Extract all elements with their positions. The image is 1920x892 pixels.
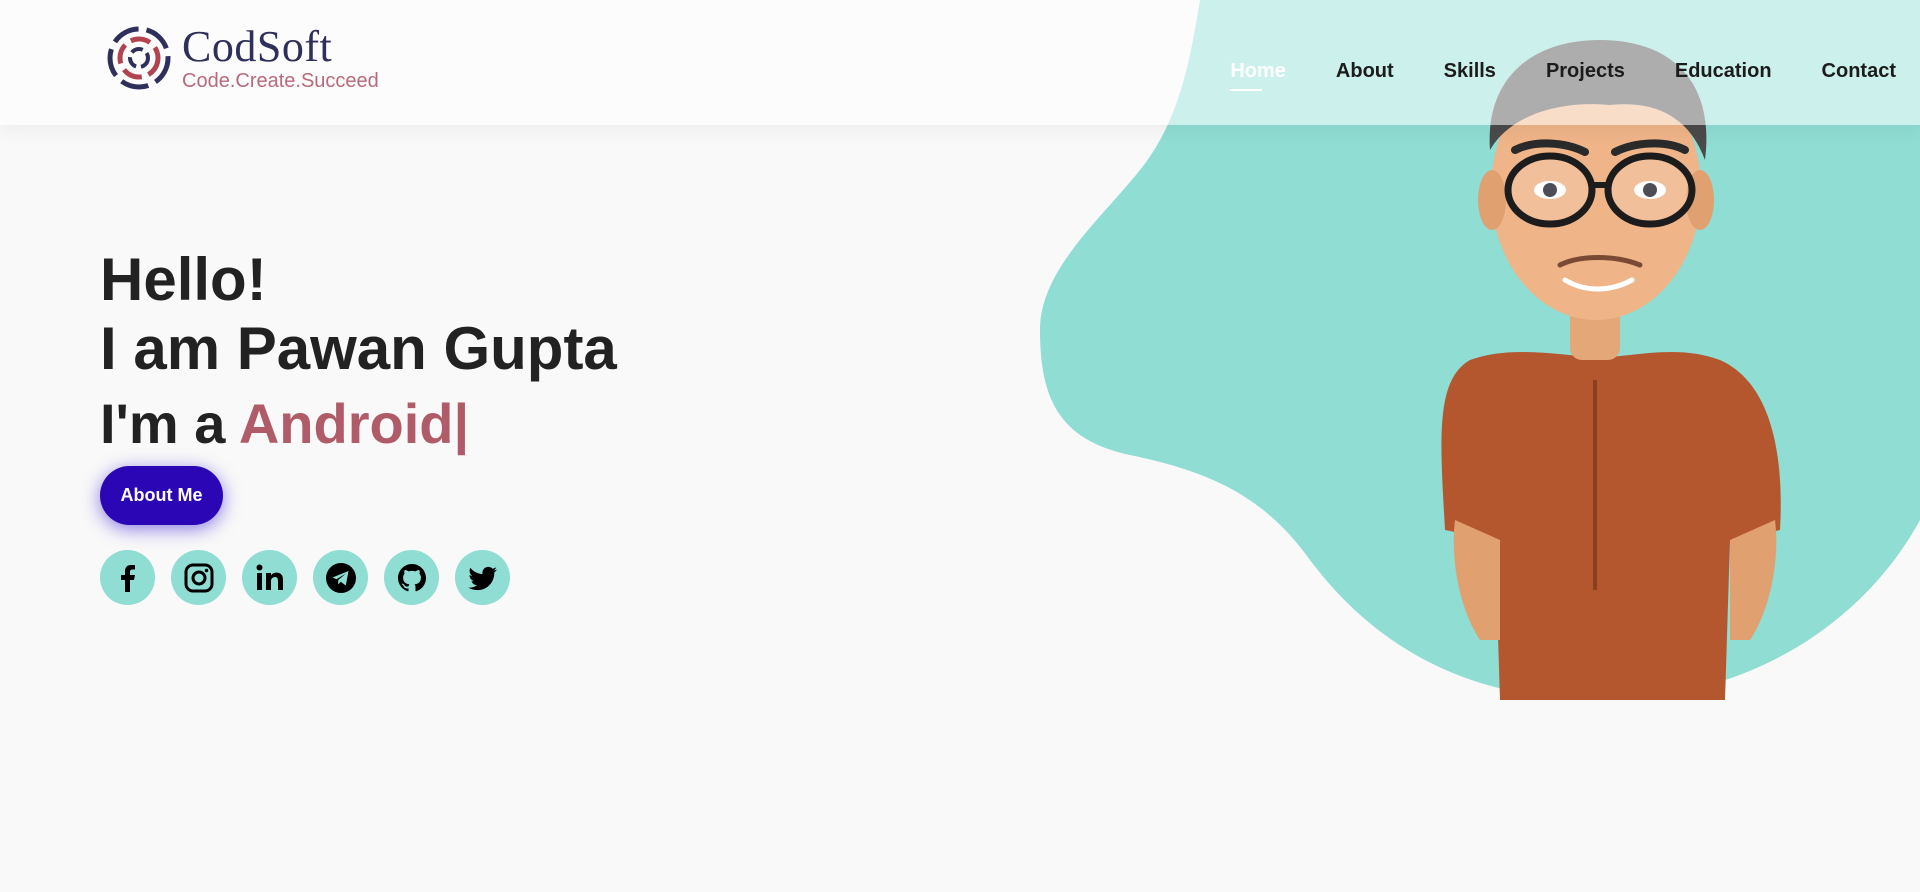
main-nav: Home About Skills Projects Education Con… xyxy=(1230,60,1896,91)
page: CodSoft Code.Create.Succeed Home About S… xyxy=(0,0,1920,892)
nav-contact[interactable]: Contact xyxy=(1822,60,1896,83)
typing-cursor: | xyxy=(453,392,470,455)
facebook-link[interactable] xyxy=(100,550,155,605)
site-header: CodSoft Code.Create.Succeed Home About S… xyxy=(0,0,1920,125)
github-link[interactable] xyxy=(384,550,439,605)
hero-role: I'm a Android| xyxy=(100,383,617,465)
twitter-icon xyxy=(467,566,497,590)
about-me-button[interactable]: About Me xyxy=(100,466,223,525)
nav-projects[interactable]: Projects xyxy=(1546,60,1625,83)
twitter-link[interactable] xyxy=(455,550,510,605)
telegram-link[interactable] xyxy=(313,550,368,605)
nav-education[interactable]: Education xyxy=(1675,60,1772,83)
hero-intro: Hello! I am Pawan Gupta I'm a Android| xyxy=(100,245,617,465)
nav-about[interactable]: About xyxy=(1336,60,1394,83)
logo-icon xyxy=(107,26,171,90)
instagram-icon xyxy=(184,563,213,592)
role-prefix: I'm a xyxy=(100,392,239,455)
nav-home[interactable]: Home xyxy=(1230,60,1286,91)
linkedin-link[interactable] xyxy=(242,550,297,605)
social-links xyxy=(100,550,510,605)
hero-name: I am Pawan Gupta xyxy=(100,315,617,382)
nav-skills[interactable]: Skills xyxy=(1444,60,1496,83)
hero-greeting: Hello! xyxy=(100,246,267,313)
telegram-icon xyxy=(325,562,356,593)
facebook-icon xyxy=(120,564,135,592)
brand-logo[interactable]: CodSoft Code.Create.Succeed xyxy=(106,24,379,92)
linkedin-icon xyxy=(256,564,283,590)
instagram-link[interactable] xyxy=(171,550,226,605)
github-icon xyxy=(397,563,426,591)
brand-tagline: Code.Create.Succeed xyxy=(182,70,379,92)
role-typed-word: Android xyxy=(238,392,454,455)
brand-name: CodSoft xyxy=(182,22,333,71)
